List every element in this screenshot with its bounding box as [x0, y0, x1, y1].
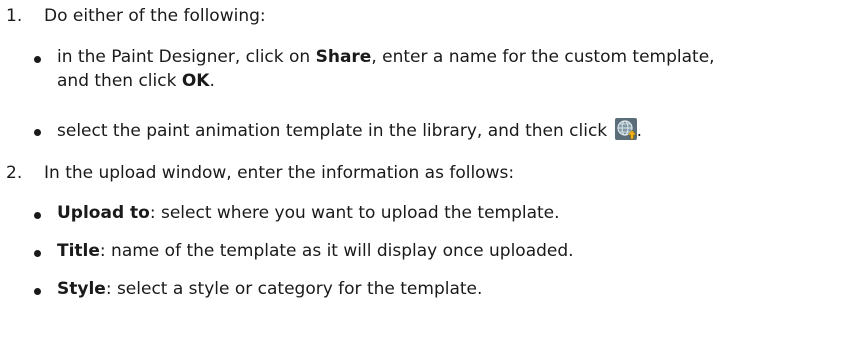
bullet-text: in the Paint Designer, click on	[57, 47, 316, 67]
upload-globe-icon	[614, 118, 637, 140]
bullet-share-line1: in the Paint Designer, click on Share, e…	[57, 45, 715, 69]
bullet-text: : name of the template as it will displa…	[99, 241, 574, 261]
upload-to-label: Upload to	[57, 203, 150, 223]
bullet-text: : select where you want to upload the te…	[149, 203, 560, 223]
bullet-text: .	[209, 71, 215, 91]
step-1: 1.	[6, 4, 22, 28]
style-label: Style	[57, 279, 106, 299]
bullet-dot	[34, 288, 41, 295]
step-number: 2.	[6, 163, 23, 183]
bullet-title: Title: name of the template as it will d…	[57, 239, 574, 263]
bullet-text: and then click	[57, 71, 182, 91]
step-2-text: In the upload window, enter the informat…	[44, 163, 515, 183]
step-1-text: Do either of the following:	[44, 6, 266, 26]
bullet-dot	[34, 212, 41, 219]
step-number: 1.	[6, 6, 23, 26]
bullet-library: select the paint animation template in t…	[57, 118, 642, 143]
step-2: 2.	[6, 161, 22, 185]
bullet-upload-to: Upload to: select where you want to uplo…	[57, 201, 560, 225]
bullet-style: Style: select a style or category for th…	[57, 277, 482, 301]
bullet-dot	[34, 129, 41, 136]
bullet-dot	[34, 250, 41, 257]
bullet-text: select the paint animation template in t…	[57, 121, 613, 141]
ok-label: OK	[181, 71, 210, 91]
bullet-dot	[34, 56, 41, 63]
title-label: Title	[57, 241, 100, 261]
bullet-text: : select a style or category for the tem…	[105, 279, 483, 299]
bullet-text: , enter a name for the custom template,	[371, 47, 715, 67]
bullet-share-line2: and then click OK.	[57, 69, 215, 93]
bullet-text: .	[636, 121, 642, 141]
share-label: Share	[315, 47, 372, 67]
